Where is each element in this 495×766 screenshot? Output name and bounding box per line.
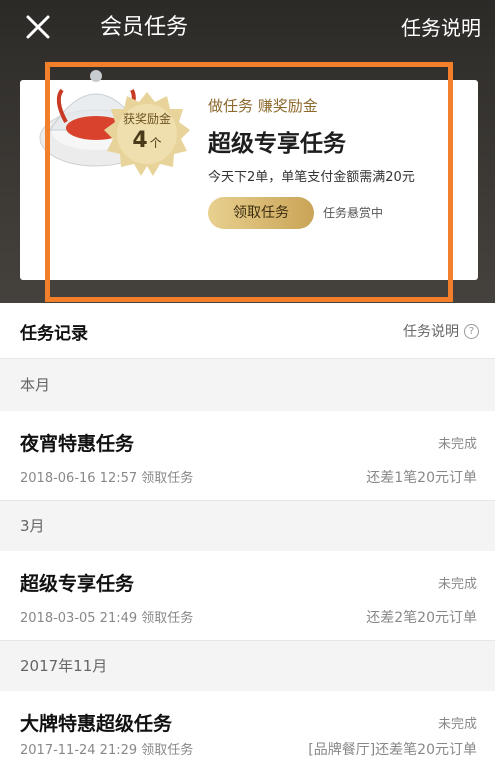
record-progress: 还差2笔20元订单 bbox=[366, 610, 477, 626]
badge-count: 4个 bbox=[103, 128, 191, 153]
record-name: 夜宵特惠任务 bbox=[20, 433, 135, 455]
record-item[interactable]: 超级专享任务 2018-03-05 21:49 领取任务 未完成 还差2笔20元… bbox=[0, 551, 495, 641]
page-title: 会员任务 bbox=[100, 15, 189, 40]
records-help-link[interactable]: 任务说明 ? bbox=[403, 321, 479, 341]
badge-count-number: 4 bbox=[132, 128, 148, 153]
reward-badge: 获奖励金 4个 bbox=[103, 90, 191, 178]
record-status: 未完成 bbox=[437, 577, 477, 592]
badge-count-unit: 个 bbox=[149, 136, 162, 150]
task-title: 超级专享任务 bbox=[208, 131, 346, 157]
month-header: 本月 bbox=[20, 376, 51, 394]
close-icon[interactable] bbox=[18, 10, 58, 46]
record-time: 2017-11-24 21:29 领取任务 bbox=[20, 743, 194, 758]
record-status: 未完成 bbox=[437, 437, 477, 452]
records-title: 任务记录 bbox=[20, 324, 88, 344]
record-progress: [品牌餐厅]还差笔20元订单 bbox=[308, 742, 477, 758]
claim-task-button[interactable]: 领取任务 bbox=[208, 197, 314, 229]
record-name: 超级专享任务 bbox=[20, 573, 135, 595]
record-item[interactable]: 夜宵特惠任务 2018-06-16 12:57 领取任务 未完成 还差1笔20元… bbox=[0, 411, 495, 501]
badge-title: 获奖励金 bbox=[122, 112, 171, 126]
record-status: 未完成 bbox=[437, 717, 477, 732]
records-header: 任务记录 任务说明 ? bbox=[0, 303, 495, 359]
record-time: 2018-06-16 12:57 领取任务 bbox=[20, 471, 194, 486]
task-help-link[interactable]: 任务说明 bbox=[401, 12, 481, 44]
task-subtitle: 做任务 赚奖励金 bbox=[208, 97, 318, 115]
question-icon: ? bbox=[464, 323, 479, 339]
record-item[interactable]: 大牌特惠超级任务 2017-11-24 21:29 领取任务 未完成 [品牌餐厅… bbox=[0, 691, 495, 766]
month-header: 2017年11月 bbox=[20, 657, 108, 675]
records-help-label: 任务说明 bbox=[403, 324, 459, 340]
task-description: 今天下2单，单笔支付金额需满20元 bbox=[208, 170, 415, 185]
bounty-status: 任务悬赏中 bbox=[323, 206, 384, 220]
record-name: 大牌特惠超级任务 bbox=[20, 713, 173, 735]
record-progress: 还差1笔20元订单 bbox=[366, 470, 477, 486]
month-header: 3月 bbox=[20, 517, 45, 535]
record-time: 2018-03-05 21:49 领取任务 bbox=[20, 611, 194, 626]
